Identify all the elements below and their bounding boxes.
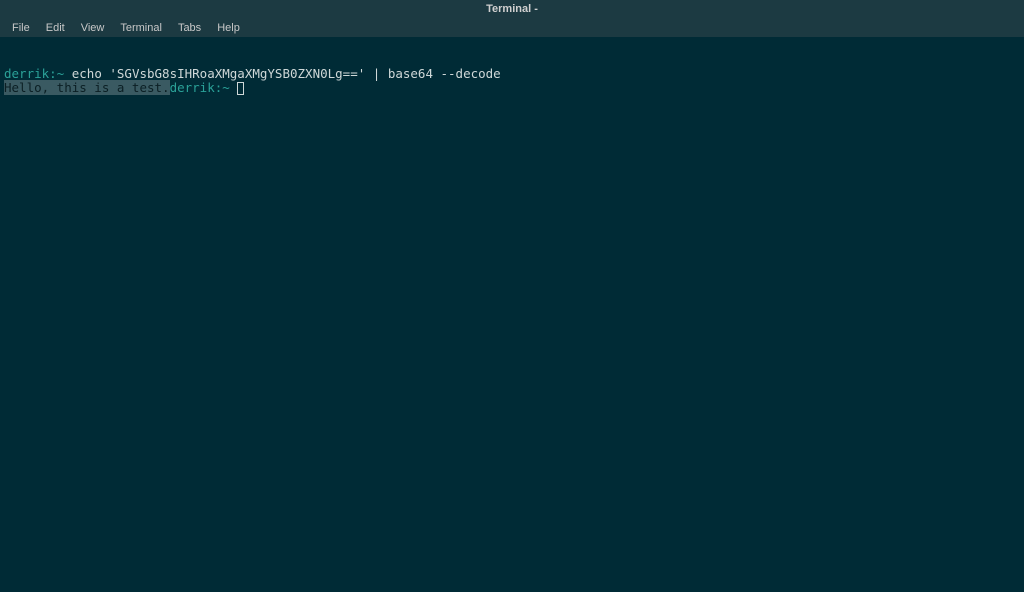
cursor xyxy=(237,82,244,95)
prompt: derrik:~ xyxy=(170,80,238,95)
menu-file[interactable]: File xyxy=(4,20,38,36)
terminal-line: Hello, this is a test.derrik:~ xyxy=(4,81,1020,95)
command-output: Hello, this is a test. xyxy=(4,80,170,95)
prompt: derrik:~ xyxy=(4,66,64,81)
terminal-output-area[interactable]: derrik:~ echo 'SGVsbG8sIHRoaXMgaXMgYSB0Z… xyxy=(0,37,1024,111)
menu-help[interactable]: Help xyxy=(209,20,248,36)
menu-edit[interactable]: Edit xyxy=(38,20,73,36)
menu-tabs[interactable]: Tabs xyxy=(170,20,209,36)
command-text: echo 'SGVsbG8sIHRoaXMgaXMgYSB0ZXN0Lg==' … xyxy=(64,66,501,81)
menubar: File Edit View Terminal Tabs Help xyxy=(0,18,1024,37)
window-title: Terminal - xyxy=(486,3,538,15)
terminal-line: derrik:~ echo 'SGVsbG8sIHRoaXMgaXMgYSB0Z… xyxy=(4,67,1020,81)
window-titlebar: Terminal - xyxy=(0,0,1024,18)
menu-terminal[interactable]: Terminal xyxy=(112,20,170,36)
menu-view[interactable]: View xyxy=(73,20,113,36)
